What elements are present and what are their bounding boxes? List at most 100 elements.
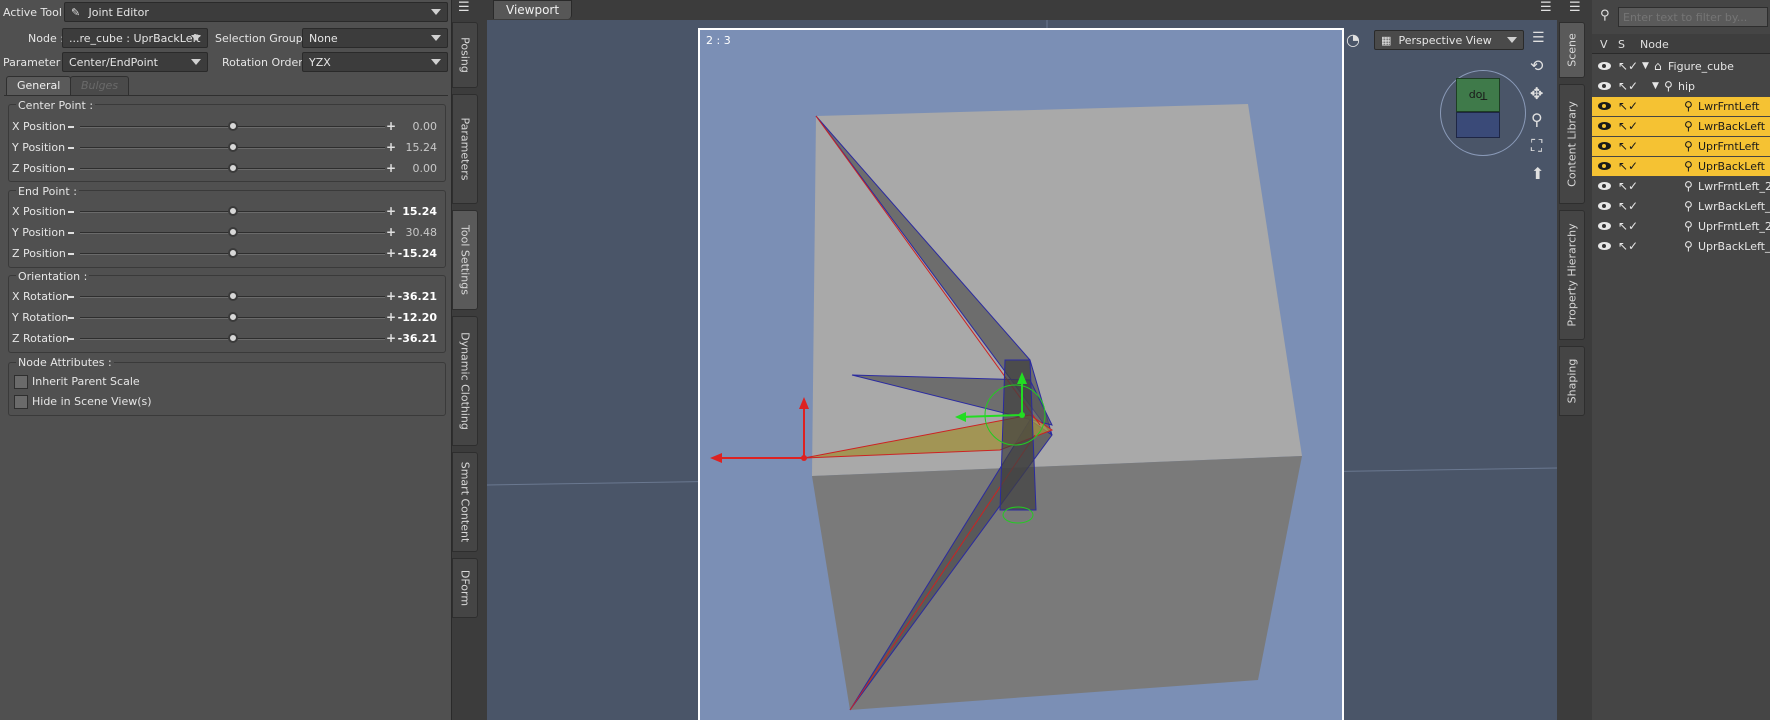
view-cube-front[interactable] [1456,112,1500,138]
selectable-icon[interactable]: ↖✓ [1618,99,1638,113]
selectable-icon[interactable]: ↖✓ [1618,219,1638,233]
slider-thumb[interactable] [227,312,238,322]
tab-tool-settings[interactable]: Tool Settings [452,210,478,310]
tab-general[interactable]: General [6,76,72,95]
tab-scene[interactable]: Scene [1559,22,1585,78]
slider-value[interactable]: 15.24 [387,141,438,154]
selectable-icon[interactable]: ↖✓ [1618,59,1638,73]
slider-thumb[interactable] [227,142,238,152]
decrement-icon[interactable] [68,126,74,128]
viewport-options-icon[interactable]: ☰ [1532,30,1545,46]
tab-dynamic-clothing[interactable]: Dynamic Clothing [452,316,478,446]
visibility-eye-icon[interactable] [1598,142,1611,150]
panel-menu-icon[interactable]: ☰ [458,0,470,15]
slider-value[interactable]: 0.00 [387,120,438,133]
scene-filter-input[interactable] [1618,7,1768,27]
slider-value[interactable]: 30.48 [387,226,438,239]
active-tool-dropdown[interactable]: ✎ Joint Editor [64,2,448,22]
visibility-eye-icon[interactable] [1598,222,1611,230]
scene-node-row[interactable]: ↖✓ ⚲ UprBackLeft_2 [1592,237,1770,256]
tab-smart-content[interactable]: Smart Content [452,452,478,552]
zoom-icon[interactable]: ⚲ [1531,110,1543,129]
selectable-icon[interactable]: ↖✓ [1618,79,1638,93]
pan-icon[interactable]: ✥ [1530,84,1543,103]
slider-thumb[interactable] [227,333,238,343]
tab-dform[interactable]: DForm [452,558,478,618]
active-tool-label: Active Tool : [3,6,70,19]
slider-label: Y Rotation [12,311,69,324]
visibility-eye-icon[interactable] [1598,122,1611,130]
visibility-eye-icon[interactable] [1598,162,1611,170]
viewport-menu-icon[interactable]: ☰ [1540,0,1552,15]
tab-property-hierarchy[interactable]: Property Hierarchy [1559,210,1585,340]
decrement-icon[interactable] [68,211,74,213]
visibility-eye-icon[interactable] [1598,102,1611,110]
scene-node-row[interactable]: ↖✓ ⚲ LwrFrntLeft_2 [1592,177,1770,196]
inherit-parent-scale-checkbox[interactable] [14,375,28,389]
slider-thumb[interactable] [227,291,238,301]
col-selectable-header[interactable]: S [1618,38,1625,51]
selectable-icon[interactable]: ↖✓ [1618,159,1638,173]
visibility-eye-icon[interactable] [1598,182,1611,190]
slider-value[interactable]: -36.21 [387,290,437,303]
slider-thumb[interactable] [227,121,238,131]
slider-thumb[interactable] [227,248,238,258]
panel-menu-icon[interactable]: ☰ [1569,0,1581,15]
perspective-view-dropdown[interactable]: ▦ Perspective View [1374,30,1524,50]
scene-node-row[interactable]: ↖✓ ⚲ LwrFrntLeft [1592,97,1770,116]
selection-group-dropdown[interactable]: None [302,28,448,48]
orbit-icon[interactable]: ⟲ [1530,56,1543,75]
decrement-icon[interactable] [68,317,74,319]
tab-parameters[interactable]: Parameters [452,94,478,204]
scene-node-row[interactable]: ↖✓ ▼ ⌂ Figure_cube [1592,57,1770,76]
scene-node-row[interactable]: ↖✓ ⚲ UprBackLeft [1592,157,1770,176]
node-attributes-title: Node Attributes : [16,356,114,369]
rotation-order-dropdown[interactable]: YZX [302,52,448,72]
slider-value[interactable]: 0.00 [387,162,438,175]
col-node-header[interactable]: Node [1640,38,1669,51]
col-visible-header[interactable]: V [1600,38,1608,51]
decrement-icon[interactable] [68,147,74,149]
reset-view-icon[interactable]: ⬆ [1531,164,1544,183]
render-frame[interactable]: 2 : 3 [698,28,1344,720]
selectable-icon[interactable]: ↖✓ [1618,119,1638,133]
scene-node-row[interactable]: ↖✓ ⚲ UprFrntLeft [1592,137,1770,156]
visibility-eye-icon[interactable] [1598,202,1611,210]
visibility-eye-icon[interactable] [1598,242,1611,250]
tab-posing[interactable]: Posing [452,22,478,88]
scene-node-row[interactable]: ↖✓ ⚲ LwrBackLeft [1592,117,1770,136]
selectable-icon[interactable]: ↖✓ [1618,139,1638,153]
slider-value[interactable]: 15.24 [387,205,437,218]
tab-content-library[interactable]: Content Library [1559,84,1585,204]
slider-value[interactable]: -36.21 [387,332,437,345]
tab-viewport[interactable]: Viewport [493,0,573,19]
selectable-icon[interactable]: ↖✓ [1618,199,1638,213]
decrement-icon[interactable] [68,338,74,340]
scene-node-row[interactable]: ↖✓ ⚲ UprFrntLeft_2 [1592,217,1770,236]
camera-select-icon[interactable]: ◔ [1346,30,1360,49]
frame-icon[interactable]: ⛶ [1531,136,1542,156]
decrement-icon[interactable] [68,232,74,234]
selectable-icon[interactable]: ↖✓ [1618,239,1638,253]
node-dropdown[interactable]: ...re_cube : UprBackLeft [62,28,208,48]
hide-in-scene-view-checkbox[interactable] [14,395,28,409]
visibility-eye-icon[interactable] [1598,62,1611,70]
scene-node-row[interactable]: ↖✓ ⚲ LwrBackLeft_2 [1592,197,1770,216]
expand-arrow-icon[interactable]: ▼ [1642,61,1649,71]
slider-thumb[interactable] [227,227,238,237]
selectable-icon[interactable]: ↖✓ [1618,179,1638,193]
tab-shaping[interactable]: Shaping [1559,346,1585,416]
slider-value[interactable]: -12.20 [387,311,437,324]
view-cube-top[interactable]: Top [1456,78,1500,112]
decrement-icon[interactable] [68,296,74,298]
scene-node-row[interactable]: ↖✓ ▼ ⚲ hip [1592,77,1770,96]
slider-value[interactable]: -15.24 [387,247,437,260]
tab-bulges[interactable]: Bulges [70,76,130,95]
decrement-icon[interactable] [68,253,74,255]
slider-thumb[interactable] [227,206,238,216]
expand-arrow-icon[interactable]: ▼ [1652,81,1659,91]
decrement-icon[interactable] [68,168,74,170]
visibility-eye-icon[interactable] [1598,82,1611,90]
parameter-dropdown[interactable]: Center/EndPoint [62,52,208,72]
slider-thumb[interactable] [227,163,238,173]
